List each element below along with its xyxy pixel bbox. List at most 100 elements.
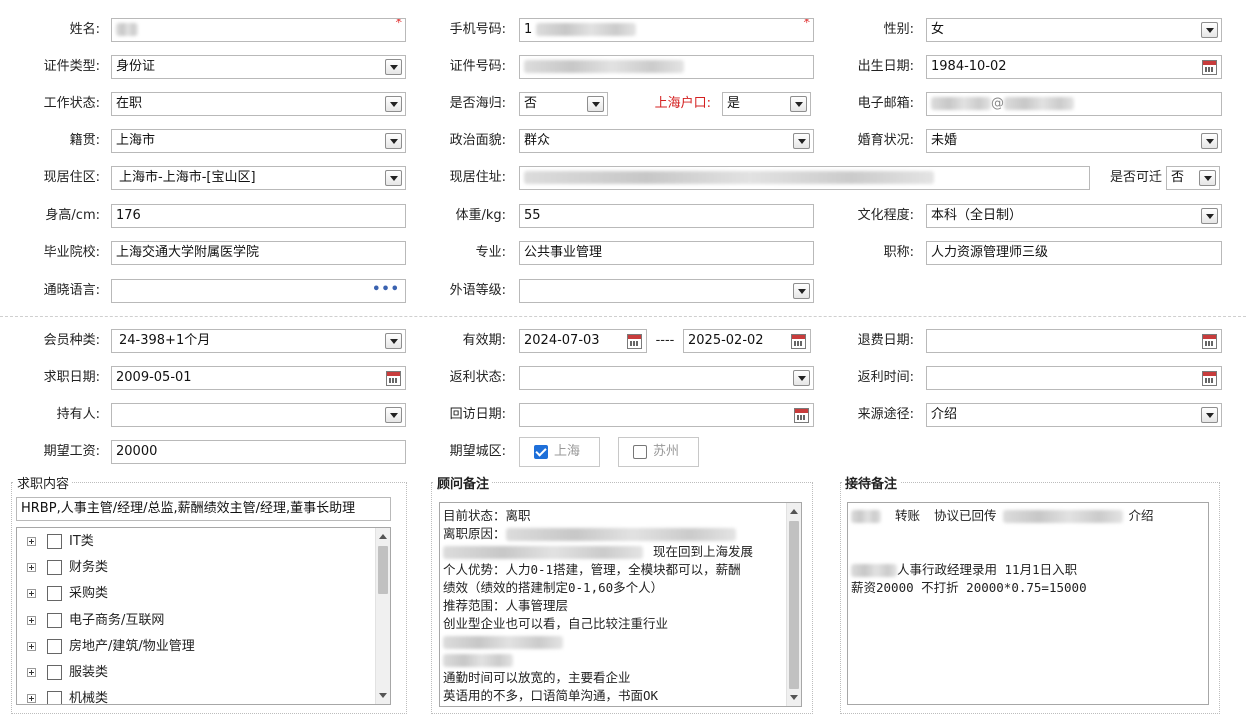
chevron-down-icon[interactable]: [793, 283, 810, 299]
member-type-label: 会员种类:: [43, 333, 100, 348]
language-field[interactable]: •••: [111, 279, 406, 303]
checkbox-checked-icon[interactable]: [534, 445, 548, 459]
chevron-down-icon[interactable]: [385, 170, 402, 186]
checkbox-icon[interactable]: [47, 613, 62, 628]
visit-date-field[interactable]: [519, 403, 814, 427]
more-icon[interactable]: •••: [372, 280, 400, 301]
expand-icon[interactable]: [27, 642, 36, 651]
chevron-down-icon[interactable]: [790, 96, 807, 112]
valid-from-field[interactable]: 2024-07-03: [519, 329, 647, 353]
chevron-down-icon[interactable]: [1201, 133, 1218, 149]
lang-level-select[interactable]: [519, 279, 814, 303]
id-no-field[interactable]: [519, 55, 814, 79]
scroll-down-icon[interactable]: [379, 693, 387, 698]
relocate-select[interactable]: 否: [1166, 166, 1220, 190]
school-field[interactable]: 上海交通大学附属医学院: [111, 241, 406, 265]
height-label: 身高/cm:: [45, 208, 100, 223]
refund-date-field[interactable]: [926, 329, 1222, 353]
chevron-down-icon[interactable]: [1201, 208, 1218, 224]
city-option-suzhou[interactable]: 苏州: [618, 437, 699, 467]
scroll-down-icon[interactable]: [790, 695, 798, 700]
calendar-icon[interactable]: [386, 371, 401, 386]
birth-date-field[interactable]: 1984-10-02: [926, 55, 1222, 79]
expand-icon[interactable]: [27, 616, 36, 625]
calendar-icon[interactable]: [1202, 334, 1217, 349]
checkbox-icon[interactable]: [47, 639, 62, 654]
gender-select[interactable]: 女: [926, 18, 1222, 42]
checkbox-icon[interactable]: [47, 665, 62, 680]
checkbox-icon[interactable]: [47, 534, 62, 549]
politics-label: 政治面貌:: [449, 133, 506, 148]
holder-select[interactable]: [111, 403, 406, 427]
marital-label: 婚育状况:: [857, 133, 914, 148]
chevron-down-icon[interactable]: [793, 370, 810, 386]
rebate-status-label: 返利状态:: [449, 370, 506, 385]
calendar-icon[interactable]: [1202, 60, 1217, 75]
job-date-field[interactable]: 2009-05-01: [111, 366, 406, 390]
checkbox-icon[interactable]: [47, 586, 62, 601]
expand-icon[interactable]: [27, 694, 36, 703]
chevron-down-icon[interactable]: [587, 96, 604, 112]
marital-select[interactable]: 未婚: [926, 129, 1222, 153]
checkbox-icon[interactable]: [47, 691, 62, 704]
city-option-shanghai[interactable]: 上海: [519, 437, 600, 467]
weight-field[interactable]: 55: [519, 204, 814, 228]
scroll-up-icon[interactable]: [379, 534, 387, 539]
address-field[interactable]: [519, 166, 1090, 190]
consultant-notes-textarea[interactable]: 目前状态：离职 离职原因： 现在回到上海发展 个人优势：人力0-1搭建，管理，全…: [439, 502, 802, 707]
title-field[interactable]: 人力资源管理师三级: [926, 241, 1222, 265]
expand-icon[interactable]: [27, 668, 36, 677]
job-content-legend: 求职内容: [14, 473, 73, 492]
consultant-notes-legend: 顾问备注: [434, 473, 493, 492]
scroll-up-icon[interactable]: [790, 509, 798, 514]
major-field[interactable]: 公共事业管理: [519, 241, 814, 265]
chevron-down-icon[interactable]: [1201, 22, 1218, 38]
email-field[interactable]: @: [926, 92, 1222, 116]
scroll-thumb[interactable]: [378, 546, 388, 594]
holder-label: 持有人:: [56, 407, 100, 422]
height-field[interactable]: 176: [111, 204, 406, 228]
district-select[interactable]: 上海市-上海市-[宝山区]: [111, 166, 406, 190]
hukou-select[interactable]: 是: [722, 92, 811, 116]
member-type-select[interactable]: 24-398+1个月: [111, 329, 406, 353]
calendar-icon[interactable]: [791, 334, 806, 349]
calendar-icon[interactable]: [1202, 371, 1217, 386]
chevron-down-icon[interactable]: [1199, 170, 1216, 186]
work-status-select[interactable]: 在职: [111, 92, 406, 116]
lang-level-label: 外语等级:: [449, 283, 506, 298]
education-select[interactable]: 本科（全日制）: [926, 204, 1222, 228]
valid-to-field[interactable]: 2025-02-02: [683, 329, 811, 353]
phone-field[interactable]: 1 *: [519, 18, 814, 42]
chevron-down-icon[interactable]: [385, 59, 402, 75]
language-label: 通晓语言:: [43, 283, 100, 298]
name-field[interactable]: *: [111, 18, 406, 42]
chevron-down-icon[interactable]: [793, 133, 810, 149]
source-select[interactable]: 介绍: [926, 403, 1222, 427]
calendar-icon[interactable]: [627, 334, 642, 349]
scrollbar[interactable]: [786, 503, 801, 706]
returnee-select[interactable]: 否: [519, 92, 608, 116]
job-content-summary[interactable]: HRBP,人事主管/经理/总监,薪酬绩效主管/经理,董事长助理: [16, 497, 391, 521]
reception-notes-textarea[interactable]: 转账 协议已回传 介绍 人事行政经理录用 11月1日入职 薪资20000 不打折 2…: [847, 502, 1209, 705]
chevron-down-icon[interactable]: [385, 407, 402, 423]
expand-icon[interactable]: [27, 537, 36, 546]
calendar-icon[interactable]: [794, 408, 809, 423]
scroll-thumb[interactable]: [789, 521, 799, 689]
chevron-down-icon[interactable]: [1201, 407, 1218, 423]
native-select[interactable]: 上海市: [111, 129, 406, 153]
chevron-down-icon[interactable]: [385, 333, 402, 349]
politics-select[interactable]: 群众: [519, 129, 814, 153]
rebate-status-select[interactable]: [519, 366, 814, 390]
expand-icon[interactable]: [27, 589, 36, 598]
salary-field[interactable]: 20000: [111, 440, 406, 464]
checkbox-icon[interactable]: [47, 560, 62, 575]
id-type-select[interactable]: 身份证: [111, 55, 406, 79]
refund-date-label: 退费日期:: [857, 333, 914, 348]
rebate-time-field[interactable]: [926, 366, 1222, 390]
category-tree[interactable]: IT类 财务类 采购类 电子商务/互联网 房地产/建筑/物业管理 服装类 机械类: [16, 527, 391, 705]
chevron-down-icon[interactable]: [385, 133, 402, 149]
expand-icon[interactable]: [27, 563, 36, 572]
checkbox-icon[interactable]: [633, 445, 647, 459]
scrollbar[interactable]: [375, 528, 390, 704]
chevron-down-icon[interactable]: [385, 96, 402, 112]
